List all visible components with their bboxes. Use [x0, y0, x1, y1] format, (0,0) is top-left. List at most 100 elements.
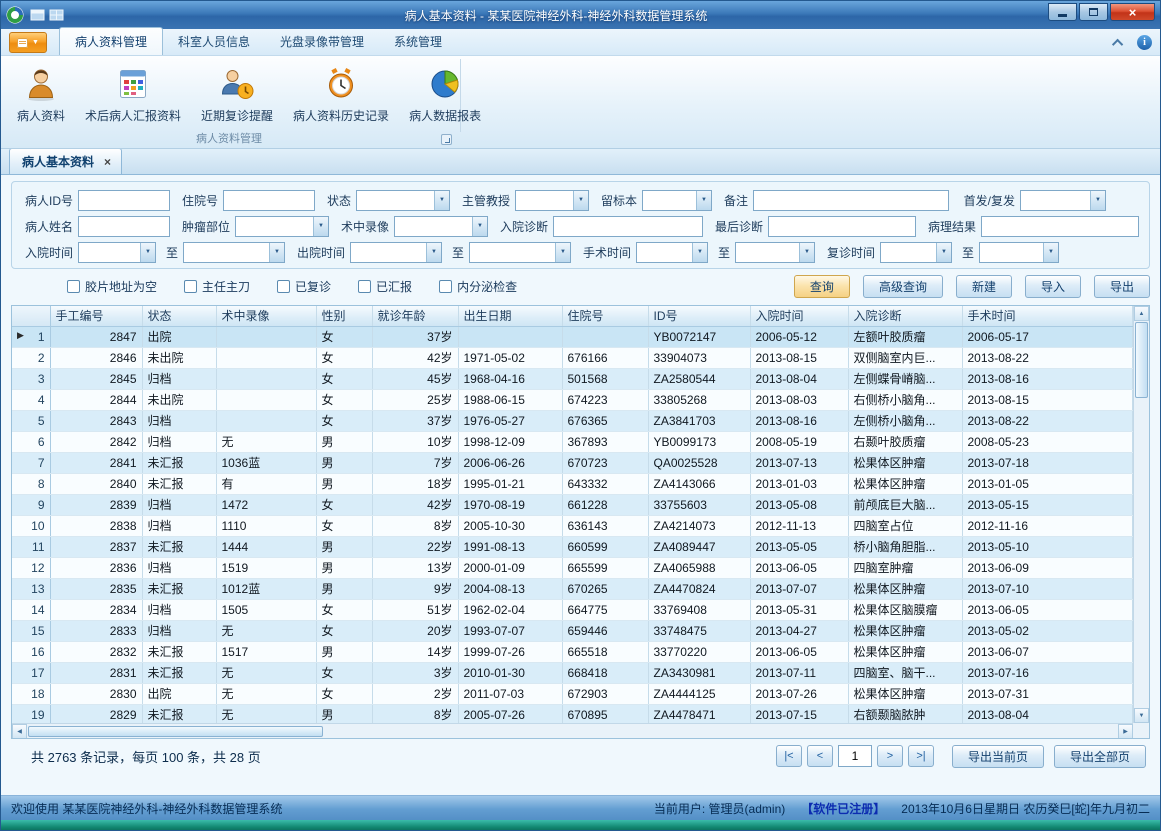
ribbon-button-1[interactable]: 病人资料: [7, 61, 75, 127]
column-header[interactable]: 手术时间: [962, 306, 1133, 326]
table-row[interactable]: 102838归档1110女8岁2005-10-30636143ZA4214073…: [12, 515, 1133, 536]
table-row[interactable]: 132835未汇报1012蓝男9岁2004-08-13670265ZA44708…: [12, 578, 1133, 599]
filter-select[interactable]: ▼: [735, 242, 815, 263]
checkbox-icon[interactable]: [277, 280, 290, 293]
chevron-down-icon[interactable]: ▼: [313, 217, 328, 236]
table-row[interactable]: 62842归档无男10岁1998-12-09367893YB0099173200…: [12, 431, 1133, 452]
table-row[interactable]: 142834归档1505女51岁1962-02-0466477533769408…: [12, 599, 1133, 620]
quick-access-grid-icon[interactable]: [49, 8, 64, 22]
table-row[interactable]: 192829未汇报无男8岁2005-07-26670895ZA447847120…: [12, 704, 1133, 723]
checkbox-icon[interactable]: [67, 280, 80, 293]
minimize-button[interactable]: [1048, 3, 1077, 21]
table-row[interactable]: ▶12847出院女37岁YB00721472006-05-12左额叶胶质瘤200…: [12, 326, 1133, 347]
maximize-button[interactable]: [1079, 3, 1108, 21]
chevron-down-icon[interactable]: ▼: [434, 191, 449, 210]
column-header[interactable]: 性别: [316, 306, 372, 326]
column-header[interactable]: 入院时间: [750, 306, 848, 326]
table-row[interactable]: 52843归档女37岁1976-05-27676365ZA38417032013…: [12, 410, 1133, 431]
chevron-down-icon[interactable]: ▼: [426, 243, 441, 262]
filter-checkbox-1[interactable]: 胶片地址为空: [67, 278, 157, 295]
next-page-button[interactable]: >: [877, 745, 903, 767]
filter-input[interactable]: [753, 190, 949, 211]
ribbon-tab-department-staff-info[interactable]: 科室人员信息: [163, 28, 265, 55]
checkbox-icon[interactable]: [184, 280, 197, 293]
query-button[interactable]: 查询: [794, 275, 850, 298]
chevron-down-icon[interactable]: ▼: [573, 191, 588, 210]
column-header[interactable]: 手工编号: [50, 306, 142, 326]
scroll-down-icon[interactable]: ▼: [1134, 708, 1149, 723]
prev-page-button[interactable]: <: [807, 745, 833, 767]
filter-select[interactable]: ▼: [356, 190, 450, 211]
filter-select[interactable]: ▼: [394, 216, 488, 237]
ribbon-button-2[interactable]: 术后病人汇报资料: [75, 61, 191, 127]
export-button[interactable]: 导出: [1094, 275, 1150, 298]
filter-select[interactable]: ▼: [515, 190, 589, 211]
filter-select[interactable]: ▼: [636, 242, 708, 263]
filter-checkbox-2[interactable]: 主任主刀: [184, 278, 250, 295]
chevron-down-icon[interactable]: ▼: [1090, 191, 1105, 210]
filter-select[interactable]: ▼: [979, 242, 1059, 263]
scroll-up-icon[interactable]: ▲: [1134, 306, 1149, 321]
table-row[interactable]: 152833归档无女20岁1993-07-0765944633748475201…: [12, 620, 1133, 641]
info-icon[interactable]: i: [1137, 35, 1152, 50]
column-header[interactable]: 就诊年龄: [372, 306, 458, 326]
page-input[interactable]: [838, 745, 872, 767]
column-header[interactable]: 术中录像: [216, 306, 316, 326]
tab-close-icon[interactable]: ×: [104, 155, 111, 169]
export-all-pages-button[interactable]: 导出全部页: [1054, 745, 1146, 768]
import-button[interactable]: 导入: [1025, 275, 1081, 298]
ribbon-button-5[interactable]: 病人数据报表: [399, 61, 491, 127]
filter-select[interactable]: ▼: [78, 242, 156, 263]
chevron-down-icon[interactable]: ▼: [696, 191, 711, 210]
chevron-down-icon[interactable]: ▼: [692, 243, 707, 262]
chevron-down-icon[interactable]: ▼: [269, 243, 284, 262]
chevron-down-icon[interactable]: ▼: [936, 243, 951, 262]
checkbox-icon[interactable]: [358, 280, 371, 293]
checkbox-icon[interactable]: [439, 280, 452, 293]
ribbon-tab-system-management[interactable]: 系统管理: [379, 28, 457, 55]
chevron-down-icon[interactable]: ▼: [799, 243, 814, 262]
chevron-down-icon[interactable]: ▼: [140, 243, 155, 262]
advanced-query-button[interactable]: 高级查询: [863, 275, 943, 298]
column-header[interactable]: 状态: [142, 306, 216, 326]
filter-select[interactable]: ▼: [235, 216, 329, 237]
table-row[interactable]: 32845归档女45岁1968-04-16501568ZA25805442013…: [12, 368, 1133, 389]
filter-input[interactable]: [768, 216, 916, 237]
table-row[interactable]: 82840未汇报有男18岁1995-01-21643332ZA414306620…: [12, 473, 1133, 494]
column-header[interactable]: 住院号: [562, 306, 648, 326]
dialog-launcher-icon[interactable]: [441, 134, 452, 145]
ribbon-tab-disc-tape-management[interactable]: 光盘录像带管理: [265, 28, 379, 55]
table-row[interactable]: 22846未出院女42岁1971-05-02676166339040732013…: [12, 347, 1133, 368]
app-menu-button[interactable]: ▼: [9, 32, 47, 53]
tab-patient-basic-info[interactable]: 病人基本资料 ×: [9, 148, 122, 174]
column-header[interactable]: ID号: [648, 306, 750, 326]
horizontal-scroll-thumb[interactable]: [28, 726, 323, 737]
table-row[interactable]: 92839归档1472女42岁1970-08-19661228337556032…: [12, 494, 1133, 515]
scroll-right-icon[interactable]: ▶: [1118, 724, 1133, 739]
filter-select[interactable]: ▼: [1020, 190, 1106, 211]
table-row[interactable]: 112837未汇报1444男22岁1991-08-13660599ZA40894…: [12, 536, 1133, 557]
filter-checkbox-3[interactable]: 已复诊: [277, 278, 331, 295]
ribbon-tab-patient-data-management[interactable]: 病人资料管理: [59, 27, 163, 55]
vertical-scroll-thumb[interactable]: [1135, 322, 1148, 398]
chevron-down-icon[interactable]: ▼: [1043, 243, 1058, 262]
filter-input[interactable]: [78, 190, 170, 211]
filter-input[interactable]: [78, 216, 170, 237]
column-header[interactable]: 入院诊断: [848, 306, 962, 326]
table-row[interactable]: 162832未汇报1517男14岁1999-07-266655183377022…: [12, 641, 1133, 662]
close-button[interactable]: ×: [1110, 3, 1155, 21]
filter-input[interactable]: [981, 216, 1139, 237]
collapse-ribbon-icon[interactable]: [1112, 38, 1123, 49]
filter-input[interactable]: [223, 190, 315, 211]
quick-access-window-icon[interactable]: [30, 8, 45, 22]
filter-select[interactable]: ▼: [880, 242, 952, 263]
table-row[interactable]: 72841未汇报1036蓝男7岁2006-06-26670723QA002552…: [12, 452, 1133, 473]
filter-select[interactable]: ▼: [469, 242, 571, 263]
filter-select[interactable]: ▼: [642, 190, 712, 211]
filter-select[interactable]: ▼: [350, 242, 442, 263]
table-row[interactable]: 122836归档1519男13岁2000-01-09665599ZA406598…: [12, 557, 1133, 578]
filter-select[interactable]: ▼: [183, 242, 285, 263]
filter-checkbox-4[interactable]: 已汇报: [358, 278, 412, 295]
ribbon-button-4[interactable]: 病人资料历史记录: [283, 61, 399, 127]
column-header[interactable]: [12, 306, 50, 326]
